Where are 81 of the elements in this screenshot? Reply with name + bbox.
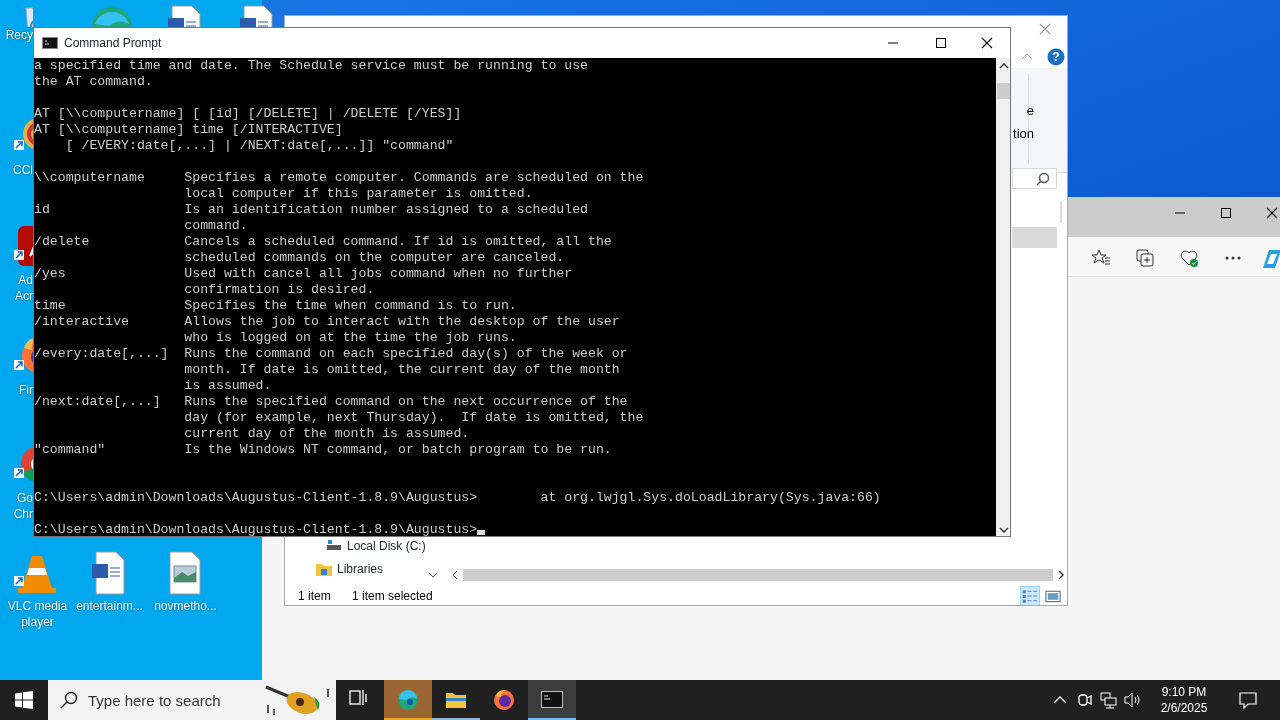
close-button[interactable] xyxy=(1264,205,1280,221)
collapse-ribbon-icon xyxy=(1021,52,1033,60)
console-text: the AT command. xyxy=(34,74,154,90)
console-text: AT [\\computername] time [/INTERACTIVE] xyxy=(34,122,344,138)
ribbon-button-label[interactable]: e tion xyxy=(1012,99,1034,145)
console-text: id Is an identification number assigned to a scheduled xyxy=(34,202,589,218)
console-text: [ /EVERY:date[,...] | /NEXT:date[,...]] "command" xyxy=(64,138,455,154)
console-text: time Specifies the time when command is to run. xyxy=(34,298,518,314)
search-box[interactable]: Type here to search xyxy=(48,680,262,720)
scroll-down-icon xyxy=(428,571,438,579)
console-text: /next:date[,...] Runs the specified command on the next occurrence of the xyxy=(34,394,629,410)
maximize-button[interactable] xyxy=(933,35,949,51)
search-icon xyxy=(60,691,78,709)
window-title: Command Prompt xyxy=(64,35,162,52)
details-view-button[interactable] xyxy=(1020,586,1040,605)
network-icon[interactable] xyxy=(1099,690,1117,710)
icon-label[interactable]: CCl xyxy=(0,162,33,178)
icon-label[interactable]: entertainm... xyxy=(72,598,147,614)
console-text: /yes Used with cancel all jobs command when no further xyxy=(34,266,574,282)
details-view-icon xyxy=(1021,587,1039,605)
maximize-button[interactable] xyxy=(1218,205,1234,221)
close-icon xyxy=(1039,23,1051,35)
icon-label[interactable]: novmetho... xyxy=(148,598,223,614)
status-text: 1 item xyxy=(298,588,331,605)
icon-label[interactable]: Recy xyxy=(0,27,33,43)
command-prompt-button[interactable] xyxy=(528,680,576,720)
console-text: command. xyxy=(183,218,249,234)
clock[interactable]: 9:10 PM 2/6/2025 xyxy=(1144,680,1224,720)
scroll-left-icon xyxy=(451,570,459,580)
console-text: /every:date[,...] Runs the command on each specified day(s) of the week or xyxy=(34,346,629,362)
console-text: month. If date is omitted, the current day of the month xyxy=(183,362,621,378)
scroll-down-icon xyxy=(998,526,1009,534)
console-text: current day of the month is assumed. xyxy=(183,426,471,442)
console-text: day (for example, next Thursday). If date is omitted, the xyxy=(183,410,645,426)
collections-icon xyxy=(1135,248,1155,268)
maximize-icon xyxy=(935,37,947,49)
close-icon xyxy=(1266,207,1278,219)
edge-icon xyxy=(396,688,420,712)
search-icon xyxy=(1036,172,1050,186)
console-text: confirmation is desired. xyxy=(183,282,376,298)
scrollbar-thumb[interactable] xyxy=(463,569,1053,581)
nav-item[interactable]: Local Disk (C:) xyxy=(347,537,426,555)
library-folder-icon xyxy=(315,561,333,577)
icon-label[interactable]: Go Chr xyxy=(0,490,33,522)
status-text: 1 item selected xyxy=(352,588,433,605)
console-text: /delete Cancels a scheduled command. If id is omitted, all the xyxy=(34,234,613,250)
console-text: local computer if this parameter is omitted. xyxy=(183,186,534,202)
icon-label[interactable]: Ad Acr xyxy=(0,272,33,304)
console-text: a specified time and date. The Schedule service must be running to use xyxy=(34,58,589,74)
console-text: "command" Is the Windows NT command, or batch program to be run. xyxy=(34,442,613,458)
collections-button[interactable] xyxy=(1134,247,1156,269)
icon-label[interactable]: Fir xyxy=(0,382,33,398)
console-text: AT [\\computername] [ [id] [/DELETE] | /DELETE [/YES]] xyxy=(34,106,463,122)
help-button[interactable]: ? xyxy=(1047,48,1065,66)
console-text: is assumed. xyxy=(183,378,273,394)
scrollbar-thumb[interactable] xyxy=(997,83,1010,99)
command-line: C:\Users\admin\Downloads\Augustus-Client-1.8.9\Augustus> at org.lwjgl.Sys.doLoadLibrary(Sys.java:66) xyxy=(34,490,882,506)
close-icon xyxy=(981,37,993,49)
console-text: /interactive Allows the job to interact with the desktop of the user xyxy=(34,314,621,330)
copilot-button[interactable] xyxy=(1262,247,1280,269)
more-icon xyxy=(1225,256,1241,260)
heart-check-icon xyxy=(1179,248,1199,268)
command-line: C:\Users\admin\Downloads\Augustus-Client-1.8.9\Augustus> xyxy=(34,522,996,536)
start-icon xyxy=(15,691,33,709)
scroll-up-icon xyxy=(998,62,1009,70)
icon-label[interactable]: VLC media player xyxy=(0,598,75,630)
search-field[interactable]: Type here to search xyxy=(88,680,258,720)
search-field[interactable] xyxy=(1012,168,1057,189)
maximize-icon xyxy=(1220,207,1232,219)
firefox-icon xyxy=(492,688,516,712)
close-button[interactable] xyxy=(979,35,995,51)
help-icon xyxy=(1047,48,1065,66)
console-text: who is logged on at the time the job runs. xyxy=(183,330,518,346)
nav-item[interactable]: Libraries xyxy=(337,560,384,578)
notifications-icon xyxy=(1238,690,1258,710)
terminal-icon xyxy=(42,37,58,49)
console-text: \\computername Specifies a remote computer. Commands are scheduled on the xyxy=(34,170,645,186)
scroll-right-icon xyxy=(1057,570,1065,580)
console-text: scheduled commands on the computer are canceled. xyxy=(183,250,566,266)
volume-icon[interactable] xyxy=(1123,690,1141,710)
favorites-icon xyxy=(1091,248,1111,268)
